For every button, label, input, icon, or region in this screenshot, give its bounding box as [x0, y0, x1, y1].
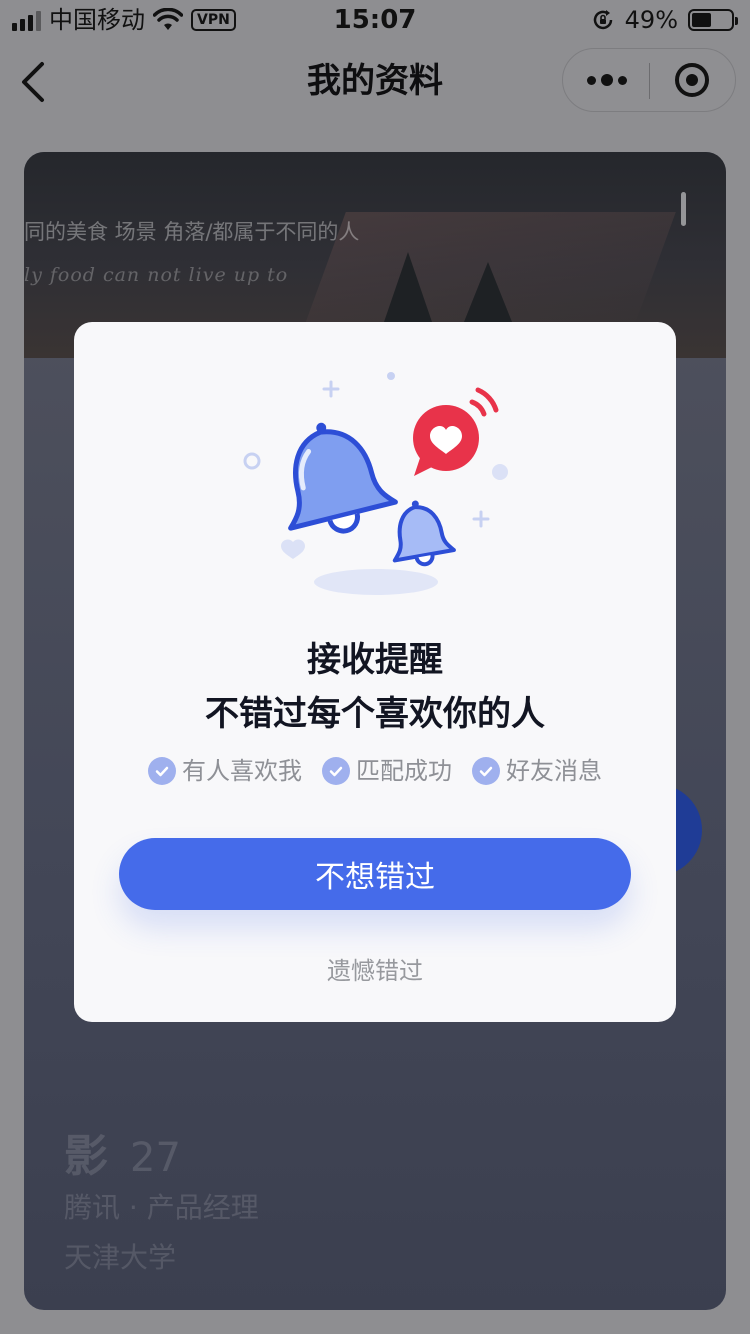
- check-circle-icon: [148, 757, 176, 785]
- target-circle-icon: [674, 63, 709, 97]
- check-circle-icon: [322, 757, 350, 785]
- cover-tree-shape: [384, 252, 432, 322]
- profile-name-row: 影 27: [64, 1120, 181, 1184]
- feature-item: 匹配成功: [322, 754, 452, 788]
- decline-notifications-button[interactable]: 遗憾错过: [74, 954, 676, 988]
- status-bar: 中国移动 VPN 15:07 49%: [0, 0, 750, 40]
- notification-bells-icon: [243, 372, 508, 595]
- close-program-button[interactable]: [648, 49, 735, 111]
- dialog-subtitle: 不错过每个喜欢你的人: [205, 694, 545, 734]
- scroll-indicator: [681, 192, 686, 226]
- more-dots-icon[interactable]: [563, 49, 650, 111]
- nav-bar: 我的资料: [0, 40, 750, 124]
- battery-percent: 49%: [624, 6, 678, 34]
- cover-tree-shape: [464, 262, 512, 322]
- feature-label: 有人喜欢我: [182, 757, 302, 785]
- mini-program-capsule: [562, 48, 736, 112]
- cover-caption-english: ly food can not live up to: [24, 264, 289, 286]
- feature-item: 有人喜欢我: [148, 754, 302, 788]
- notification-permission-dialog: 接收提醒 不错过每个喜欢你的人 有人喜欢我 匹配成功 好友消息 不想错过 遗憾错…: [74, 322, 676, 1022]
- profile-name: 影: [64, 1131, 108, 1182]
- battery-icon: [688, 9, 738, 31]
- check-circle-icon: [472, 757, 500, 785]
- profile-age: 27: [130, 1135, 181, 1181]
- feature-label: 好友消息: [506, 757, 602, 785]
- accept-notifications-button[interactable]: 不想错过: [119, 838, 631, 910]
- feature-list: 有人喜欢我 匹配成功 好友消息: [74, 754, 676, 788]
- feature-label: 匹配成功: [356, 757, 452, 785]
- feature-item: 好友消息: [472, 754, 602, 788]
- cover-caption: 同的美食 场景 角落/都属于不同的人: [24, 220, 360, 244]
- status-right: 49%: [591, 6, 738, 34]
- dialog-title: 接收提醒: [307, 640, 443, 680]
- battery-fill: [692, 13, 711, 27]
- rotation-lock-icon: [593, 10, 612, 30]
- profile-school: 天津大学: [64, 1241, 177, 1274]
- profile-job: 腾讯 · 产品经理: [64, 1191, 259, 1224]
